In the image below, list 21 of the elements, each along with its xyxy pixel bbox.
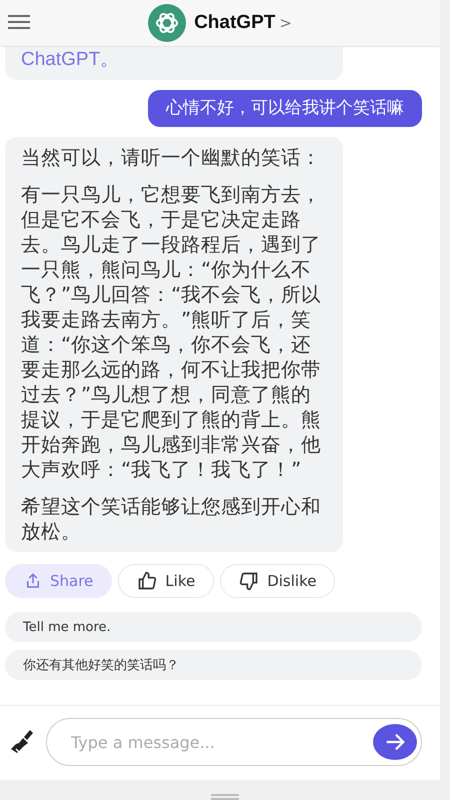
thumbs-down-icon	[239, 571, 260, 591]
message-text: 希望这个笑话能够让您感到开心和放松。	[21, 494, 322, 544]
suggestion-chip[interactable]: 你还有其他好笑的笑话吗？	[5, 650, 422, 680]
chevron-icon[interactable]: >	[279, 14, 292, 32]
like-button[interactable]: Like	[118, 564, 214, 598]
resize-handle[interactable]	[211, 794, 239, 800]
share-icon	[24, 572, 42, 590]
message-text: 有一只鸟儿，它想要飞到南方去，但是它不会飞，于是它决定走路去。鸟儿走了一段路程后，遇到了一只熊，熊问鸟儿：“你为什么不飞？”鸟儿回答：“我不会飞，所以我要走路去南方。”熊听了后，笑道：“你这个笨鸟，你不会飞，还要走那么远的路，何不让我把你带过去？”鸟儿想了想，同意了熊的提议，于是它爬到了熊的背上。熊开始奔跑，鸟儿感到非常兴奋，他大声欢呼：“我飞了！我飞了！”	[21, 182, 322, 482]
menu-icon[interactable]	[8, 14, 30, 30]
app-title: ChatGPT	[194, 12, 276, 34]
dislike-button[interactable]: Dislike	[220, 564, 336, 598]
send-button[interactable]	[373, 724, 417, 760]
thumbs-up-icon	[137, 571, 158, 591]
message-field[interactable]: Type a message...	[46, 718, 422, 766]
message-input[interactable]: Type a message...	[69, 732, 373, 752]
arrow-icon	[384, 731, 406, 753]
logo-icon	[148, 4, 186, 42]
message-link[interactable]: ChatGPT。	[21, 47, 327, 72]
suggestion-chip[interactable]: Tell me more.	[5, 612, 422, 642]
message-text: 当然可以，请听一个幽默的笑话：	[21, 145, 322, 170]
message-text: 心情不好，可以给我讲个笑话嘛	[166, 97, 404, 120]
